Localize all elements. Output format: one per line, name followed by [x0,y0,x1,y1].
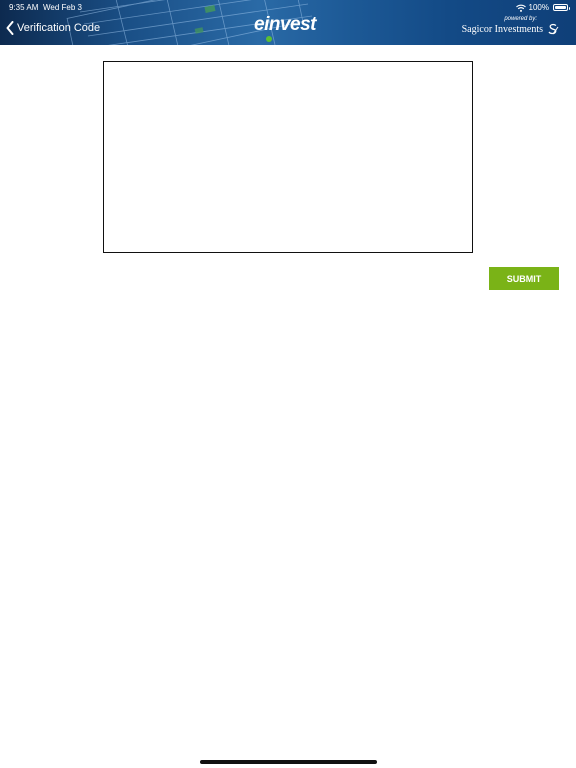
verification-code-input-box[interactable] [103,61,473,253]
back-button-label: Verification Code [17,22,101,34]
sagicor-name: Sagicor Investments [461,23,543,35]
status-bar: 9:35 AM Wed Feb 3 100% [0,0,576,14]
battery-icon [553,4,570,11]
chevron-left-icon [6,21,14,35]
status-date: Wed Feb 3 [43,3,82,12]
sagicor-logo-icon [548,23,559,35]
einvest-logo: einvest [254,14,316,42]
app-root: 9:35 AM Wed Feb 3 100% Verification Code… [0,0,576,768]
status-time: 9:35 AM [9,3,39,12]
powered-by-block: powered by: Sagicor Investments [462,16,559,35]
wifi-icon [515,4,526,12]
status-indicators: 100% [515,3,570,12]
battery-percent: 100% [528,3,549,12]
brand-dot-icon [266,36,272,42]
powered-name-row: Sagicor Investments [462,23,559,35]
powered-by-label: powered by: [504,16,537,22]
header-bar: 9:35 AM Wed Feb 3 100% Verification Code… [0,0,576,45]
brand-text: einvest [254,14,316,35]
verification-code-input[interactable] [104,62,472,252]
home-indicator[interactable] [200,760,377,764]
submit-button[interactable]: SUBMIT [489,267,559,290]
back-button[interactable]: Verification Code [6,19,100,37]
